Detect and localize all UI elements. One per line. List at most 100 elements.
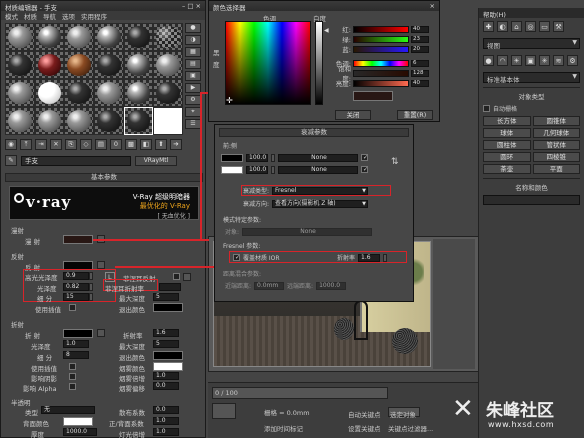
time-slider[interactable]: 0 / 100 — [212, 387, 388, 399]
subdiv-field[interactable]: 15 — [63, 293, 89, 301]
tube-button[interactable]: 管状体 — [532, 140, 580, 150]
material-navigator-icon[interactable]: ☰ — [185, 119, 201, 129]
exit-color-swatch[interactable] — [153, 303, 183, 312]
side-map-checkbox[interactable] — [361, 166, 368, 173]
refract-color-swatch[interactable] — [63, 329, 93, 338]
minimize-icon[interactable]: – — [182, 2, 185, 10]
sample-slot[interactable] — [35, 108, 64, 134]
value-field[interactable]: 40 — [411, 79, 429, 87]
options-icon[interactable]: ⚙ — [185, 95, 201, 105]
sample-type-icon[interactable]: ● — [185, 23, 201, 33]
sample-slot[interactable] — [6, 108, 34, 134]
copy-material-icon[interactable]: ⎘ — [65, 139, 77, 150]
sample-slot[interactable] — [94, 24, 123, 50]
show-end-result-icon[interactable]: ◧ — [140, 139, 152, 150]
fog-mult-field[interactable]: 1.0 — [153, 372, 179, 380]
override-ior-checkbox[interactable] — [233, 254, 240, 261]
material-name-field[interactable]: 手支 — [21, 155, 131, 166]
sample-slot[interactable] — [154, 24, 182, 50]
diffuse-color-swatch[interactable] — [63, 235, 93, 244]
name-color-title[interactable]: 名称和颜色 — [483, 182, 580, 192]
set-key-button[interactable]: 设置关键点 — [348, 423, 381, 433]
teapot-button[interactable]: 茶壶 — [483, 164, 531, 174]
spacewarps-icon[interactable]: ≋ — [553, 55, 564, 66]
fog-bias-field[interactable]: 0.0 — [153, 382, 179, 390]
fresnel-checkbox[interactable] — [173, 273, 180, 280]
motion-tab-icon[interactable]: ◎ — [525, 21, 536, 32]
side-map-button[interactable]: None — [278, 165, 358, 174]
value-slider[interactable] — [353, 79, 409, 87]
r-max-depth-field[interactable]: 5 — [153, 340, 179, 348]
red-field[interactable]: 40 — [411, 25, 429, 33]
sample-slot[interactable] — [65, 108, 93, 134]
hilight-gloss-field[interactable]: 0.9 — [63, 272, 89, 280]
sample-slot[interactable] — [124, 52, 153, 78]
affect-shadow-checkbox[interactable] — [69, 373, 76, 380]
scatter-field[interactable]: 0.0 — [153, 406, 179, 414]
plane-button[interactable]: 平面 — [532, 164, 580, 174]
select-by-material-icon[interactable]: ⌖ — [185, 107, 201, 117]
object-type-title[interactable]: 对象类型 — [483, 91, 580, 101]
front-amount-spinner[interactable] — [271, 153, 275, 162]
box-button[interactable]: 长方体 — [483, 116, 531, 126]
front-amount-field[interactable]: 100.0 — [246, 153, 268, 162]
geometry-icon[interactable]: ● — [483, 55, 494, 66]
front-map-checkbox[interactable] — [361, 154, 368, 161]
r-subdiv-field[interactable]: 8 — [63, 351, 89, 359]
hierarchy-tab-icon[interactable]: ⌂ — [511, 21, 522, 32]
sample-slot[interactable] — [6, 52, 34, 78]
sample-slot[interactable] — [124, 24, 153, 50]
green-slider[interactable] — [353, 35, 409, 43]
key-icon[interactable] — [212, 403, 236, 419]
refract-map-button[interactable] — [97, 329, 105, 337]
fresnel-map-button[interactable] — [183, 273, 191, 281]
material-id-icon[interactable]: 0 — [110, 139, 122, 150]
sample-slot[interactable] — [65, 24, 93, 50]
side-amount-spinner[interactable] — [271, 165, 275, 174]
utilities-tab-icon[interactable]: ⚒ — [553, 21, 564, 32]
auto-grid-checkbox[interactable] — [483, 105, 490, 112]
menu-options[interactable]: 选项 — [62, 11, 75, 21]
falloff-ior-field[interactable]: 1.6 — [358, 253, 381, 262]
modify-tab-icon[interactable]: ◐ — [497, 21, 508, 32]
blue-slider[interactable] — [353, 45, 409, 53]
near-field[interactable]: 0.0mm — [254, 281, 285, 290]
thickness-field[interactable]: 1000.0 — [63, 428, 97, 436]
backlight-icon[interactable]: ◑ — [185, 35, 201, 45]
sample-slot[interactable] — [35, 24, 64, 50]
hue-slider[interactable] — [353, 59, 409, 67]
ior-field[interactable]: 1.6 — [153, 329, 179, 337]
make-unique-icon[interactable]: ◇ — [80, 139, 92, 150]
close-icon[interactable]: × — [430, 2, 435, 10]
affect-ch-checkbox[interactable] — [69, 383, 76, 390]
reset-map-icon[interactable]: ✕ — [50, 139, 62, 150]
close-button[interactable]: 关闭 — [335, 110, 371, 120]
max-depth-field[interactable]: 5 — [153, 293, 179, 301]
sphere-button[interactable]: 球体 — [483, 128, 531, 138]
key-filter-button[interactable]: 关键点过滤器... — [388, 423, 433, 433]
use-interp-checkbox[interactable] — [69, 304, 76, 311]
r-use-interp-checkbox[interactable] — [69, 363, 76, 370]
basic-params-title[interactable]: 基本参数 — [5, 173, 203, 182]
hue-blackness-picker[interactable]: ✛ — [225, 21, 311, 105]
lights-icon[interactable]: ☀ — [511, 55, 522, 66]
front-map-button[interactable]: None — [278, 153, 358, 162]
show-map-icon[interactable]: ▩ — [125, 139, 137, 150]
subdiv-spinner[interactable] — [89, 293, 93, 301]
front-color-swatch[interactable] — [221, 153, 243, 162]
assign-to-selection-icon[interactable]: ⇥ — [35, 139, 47, 150]
uv-tiling-icon[interactable]: ▤ — [185, 59, 201, 69]
fresnel-ior-field[interactable] — [159, 283, 181, 291]
fwd-back-field[interactable]: 1.0 — [153, 417, 179, 425]
create-tab-icon[interactable]: ✚ — [483, 21, 494, 32]
red-slider[interactable] — [353, 25, 409, 33]
put-to-library-icon[interactable]: ▤ — [95, 139, 107, 150]
sample-slot[interactable] — [35, 52, 64, 78]
menu-material[interactable]: 材质 — [24, 11, 37, 21]
side-amount-field[interactable]: 100.0 — [246, 165, 268, 174]
falloff-direction-dropdown[interactable]: 查看方向(摄影机 Z 轴) ▼ — [272, 199, 369, 208]
put-to-scene-icon[interactable]: ⤒ — [20, 139, 32, 150]
sample-slot-selected[interactable] — [123, 107, 154, 135]
hilight-gloss-spinner[interactable] — [89, 272, 93, 280]
object-pick-button[interactable]: None — [242, 227, 373, 236]
